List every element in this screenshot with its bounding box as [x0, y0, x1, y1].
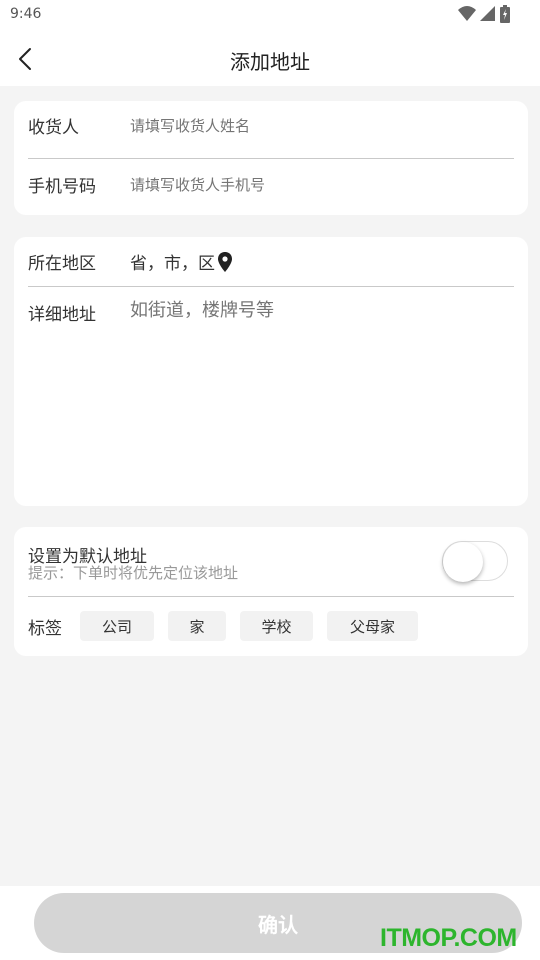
toggle-knob: [443, 542, 483, 582]
status-icons: [458, 5, 510, 23]
wifi-icon: [458, 6, 476, 21]
region-selector[interactable]: 省，市，区: [130, 249, 233, 274]
region-label: 所在地区: [28, 254, 96, 274]
recipient-label: 收货人: [28, 118, 79, 138]
tag-parents-home[interactable]: 父母家: [327, 611, 418, 641]
tag-company[interactable]: 公司: [80, 611, 154, 641]
battery-icon: [500, 5, 510, 23]
divider: [28, 596, 514, 597]
detail-address-input[interactable]: [130, 300, 500, 321]
phone-label: 手机号码: [28, 177, 96, 197]
tag-school[interactable]: 学校: [240, 611, 313, 641]
default-address-toggle[interactable]: [442, 541, 508, 582]
location-pin-icon: [218, 251, 232, 272]
recipient-name-input[interactable]: [130, 117, 500, 135]
divider: [28, 286, 514, 287]
region-value: 省，市，区: [130, 254, 215, 274]
status-bar: 9:46: [0, 0, 540, 30]
contact-card: 收货人 手机号码: [14, 101, 528, 215]
tag-label: 标签: [28, 619, 62, 639]
tag-home[interactable]: 家: [168, 611, 226, 641]
settings-card: 设置为默认地址 提示：下单时将优先定位该地址 标签 公司 家 学校 父母家: [14, 527, 528, 656]
phone-input[interactable]: [130, 176, 500, 194]
nav-bar: 添加地址: [0, 30, 540, 86]
detail-address-label: 详细地址: [28, 305, 96, 325]
status-time: 9:46: [10, 6, 42, 22]
watermark: ITMOP.COM: [380, 924, 517, 952]
default-address-hint: 提示：下单时将优先定位该地址: [28, 564, 239, 582]
signal-icon: [480, 6, 495, 21]
divider: [28, 158, 514, 159]
page-title: 添加地址: [230, 50, 310, 74]
address-card: 所在地区 省，市，区 详细地址: [14, 237, 528, 506]
